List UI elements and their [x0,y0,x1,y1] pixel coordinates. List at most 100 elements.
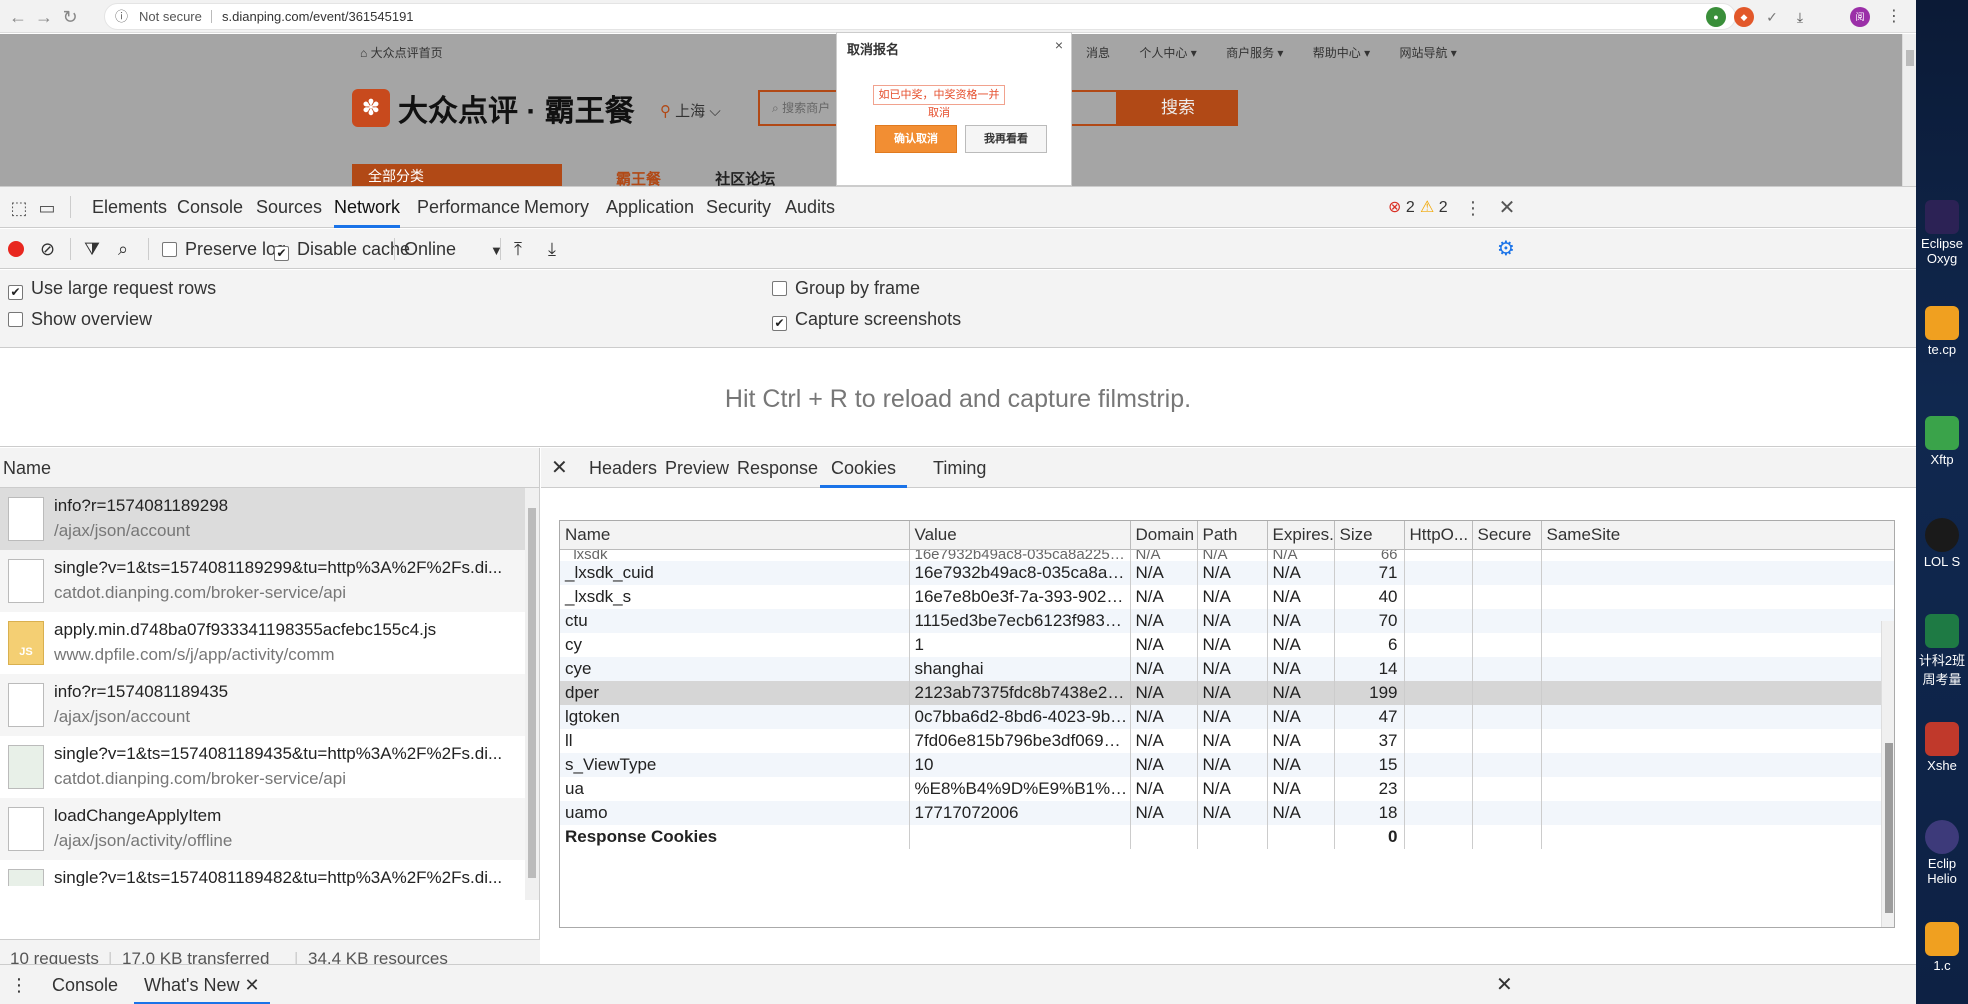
import-har-icon[interactable]: ⤒ [514,229,522,269]
profile-avatar[interactable]: 阅 [1850,7,1870,27]
checkbox-unchecked[interactable] [772,281,787,296]
cookie-row[interactable]: s_ViewType 10 N/A N/A N/A 15 [560,753,1894,777]
device-toolbar-icon[interactable]: ▭ [36,197,58,219]
col-name[interactable]: Name [560,521,910,550]
large-rows-checkbox[interactable]: ✔ Use large request rows [8,278,216,300]
tab-audits[interactable]: Audits [785,187,835,228]
omnibox[interactable]: ⓘ Not secure s.dianping.com/event/361545… [104,3,1736,30]
capture-screenshots-checkbox[interactable]: ✔ Capture screenshots [772,309,961,331]
request-row[interactable]: info?r=1574081189298 /ajax/json/account [0,488,539,550]
devtools-menu-icon[interactable]: ⋮ [1462,197,1484,219]
checkbox-unchecked[interactable] [162,242,177,257]
site-search-button[interactable]: 搜索 [1118,90,1238,126]
top-link-site-nav[interactable]: 网站导航 ▾ [1399,46,1456,60]
request-row[interactable]: info?r=1574081189435 /ajax/json/account [0,674,539,736]
tab-timing[interactable]: Timing [933,448,986,488]
page-scroll-thumb[interactable] [1906,50,1914,66]
browser-menu-icon[interactable]: ⋮ [1884,7,1904,27]
gear-icon[interactable]: ⚙ [1497,229,1515,269]
tab-forum[interactable]: 社区论坛 [715,171,775,186]
cookie-row[interactable]: ll7fd06e815b796be3df069dec78...N/AN/AN/A… [560,729,1894,753]
close-icon[interactable]: ✕ [244,975,259,995]
search-icon[interactable]: ⌕ [118,229,128,269]
tab-console[interactable]: Console [177,187,243,228]
extension-globe-icon[interactable]: ● [1706,7,1726,27]
desktop-icon-excel[interactable]: 计科2班 周考量 [1916,614,1968,688]
request-row[interactable]: single?v=1&ts=1574081189482&tu=http%3A%2… [0,860,539,886]
export-har-icon[interactable]: ⤓ [548,229,556,269]
tab-performance[interactable]: Performance [417,187,520,228]
col-secure[interactable]: Secure [1472,521,1542,550]
col-expires[interactable]: Expires... [1267,521,1335,550]
cookie-row[interactable]: uamo 17717072006 N/A N/A N/A 18 [560,801,1894,825]
drawer-tab-console[interactable]: Console [42,965,128,1004]
checkbox-checked[interactable]: ✔ [772,316,787,331]
close-devtools-icon[interactable]: ✕ [1496,197,1518,219]
tab-security[interactable]: Security [706,187,771,228]
group-by-frame-checkbox[interactable]: Group by frame [772,278,920,299]
request-row[interactable]: single?v=1&ts=1574081189435&tu=http%3A%2… [0,736,539,798]
request-list-scrollbar[interactable] [525,488,539,900]
tab-preview[interactable]: Preview [665,448,729,488]
download-icon[interactable]: ⤓ [1790,7,1810,27]
tab-elements[interactable]: Elements [92,187,167,228]
tab-headers[interactable]: Headers [589,448,657,488]
close-drawer-icon[interactable]: ✕ [1496,965,1513,1004]
desktop-icon-cp[interactable]: te.cp [1916,306,1968,357]
col-samesite[interactable]: SameSite [1541,521,1894,550]
error-count[interactable]: ⊗ 2 [1388,197,1415,217]
tab-bawangcan[interactable]: 霸王餐 [616,171,661,186]
request-row[interactable]: single?v=1&ts=1574081189299&tu=http%3A%2… [0,550,539,612]
city-selector[interactable]: ⚲ 上海 ⌵ [660,100,721,121]
desktop-icon-eclipse[interactable]: Eclipse Oxyg [1916,200,1968,266]
request-row[interactable]: JS apply.min.d748ba07f933341198355acfebc… [0,612,539,674]
col-size[interactable]: Size [1334,521,1405,550]
checkbox-unchecked[interactable] [8,312,23,327]
checkbox-checked[interactable]: ✔ [8,285,23,300]
page-scrollbar[interactable] [1902,34,1916,186]
filter-icon[interactable]: ⧩ [84,229,100,269]
cookie-row[interactable]: _lxsdk_cuid16e7932b49ac8-035ca8a22574...… [560,561,1894,585]
cookies-scrollbar[interactable] [1881,621,1894,927]
disable-cache-checkbox[interactable]: ✔ Disable cache [274,229,410,269]
tab-network[interactable]: Network [334,187,401,228]
reload-button[interactable]: ↻ [58,5,82,29]
cookie-row[interactable]: cy 1 N/A N/A N/A 6 [560,633,1894,657]
warning-count[interactable]: ⚠ 2 [1420,197,1448,217]
desktop-icon-xshell[interactable]: Xshe [1916,722,1968,773]
top-link-user-center[interactable]: 个人中心 ▾ [1139,46,1196,60]
cookie-row[interactable]: cye shanghai N/A N/A N/A 14 [560,657,1894,681]
request-list-scroll-thumb[interactable] [528,508,536,878]
tab-sources[interactable]: Sources [256,187,322,228]
drawer-tab-whats-new[interactable]: What's New ✕ [134,965,270,1004]
tab-response[interactable]: Response [737,448,818,488]
tab-memory[interactable]: Memory [524,187,589,228]
desktop-icon-eclipse-helios[interactable]: Eclip Helio [1916,820,1968,886]
desktop-icon-lol[interactable]: LOL S [1916,518,1968,569]
close-details-icon[interactable]: ✕ [551,448,568,488]
cookie-row[interactable]: ctu1115ed3be7ecb6123f983e4487...N/AN/AN/… [560,609,1894,633]
back-button[interactable]: ← [6,5,30,29]
cookie-row[interactable]: _lxsdk_s16e7e8b0e3f-7a-393-902%7C...N/AN… [560,585,1894,609]
desktop-icon-c[interactable]: 1.c [1916,922,1968,973]
reconsider-button[interactable]: 我再看看 [965,125,1047,153]
inspect-element-icon[interactable]: ⬚ [8,197,30,219]
record-icon[interactable] [8,229,24,269]
cookie-row[interactable]: ua %E8%B4%9D%E9%B1%BC N/A N/A N/A 23 [560,777,1894,801]
response-cookies-row[interactable]: Response Cookies 0 [560,825,1894,849]
cookie-row[interactable]: dper2123ab7375fdc8b7438e29eedd...N/AN/AN… [560,681,1894,705]
top-link-help[interactable]: 帮助中心 ▾ [1313,46,1370,60]
forward-button[interactable]: → [32,5,56,29]
throttling-select[interactable]: Online ▼ [404,229,503,269]
name-column-header[interactable]: Name [0,448,539,488]
tab-cookies[interactable]: Cookies [820,448,908,488]
info-icon[interactable]: ⓘ [115,4,128,29]
show-overview-checkbox[interactable]: Show overview [8,309,152,330]
col-path[interactable]: Path [1197,521,1268,550]
top-link-messages[interactable]: 消息 [1086,46,1110,60]
top-link-merchant[interactable]: 商户服务 ▾ [1226,46,1283,60]
col-httponly[interactable]: HttpO... [1404,521,1473,550]
extension-shield-icon[interactable]: ◆ [1734,7,1754,27]
confirm-cancel-button[interactable]: 确认取消 [875,125,957,153]
category-menu[interactable]: 全部分类 [352,164,562,186]
